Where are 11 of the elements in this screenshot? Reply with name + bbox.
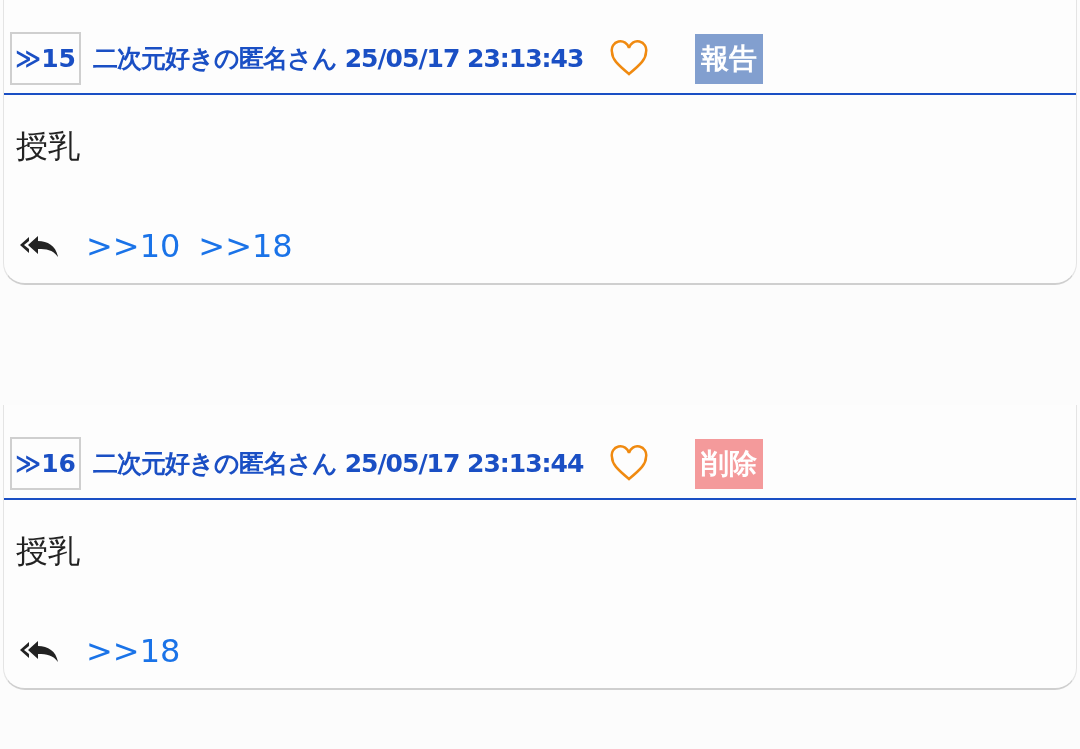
reply-all-icon[interactable] bbox=[18, 233, 60, 259]
post-body: 授乳 bbox=[15, 126, 81, 167]
reply-link[interactable]: >>10 bbox=[86, 227, 181, 265]
post-body: 授乳 bbox=[15, 531, 81, 572]
post-number[interactable]: ≫15 bbox=[10, 32, 81, 85]
post-author-date: 二次元好きの匿名さん 25/05/17 23:13:43 bbox=[92, 43, 584, 75]
post-number[interactable]: ≫16 bbox=[10, 437, 81, 490]
reply-link[interactable]: >>18 bbox=[86, 632, 181, 670]
post-author-date: 二次元好きの匿名さん 25/05/17 23:13:44 bbox=[92, 448, 584, 480]
reply-link[interactable]: >>18 bbox=[198, 227, 293, 265]
report-button[interactable]: 報告 bbox=[695, 33, 764, 84]
